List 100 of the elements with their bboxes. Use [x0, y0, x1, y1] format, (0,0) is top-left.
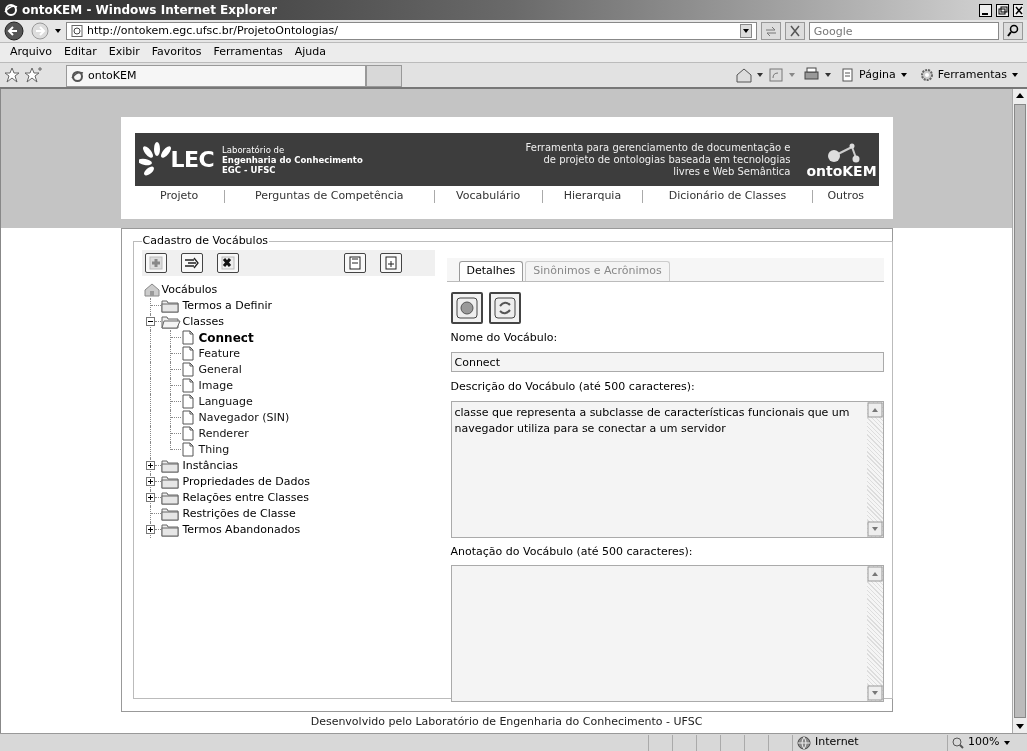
- collapse-toggle-icon[interactable]: [145, 317, 155, 327]
- add-favorite-star-icon[interactable]: [24, 67, 42, 83]
- document-icon: [180, 330, 195, 346]
- print-icon[interactable]: [803, 67, 834, 83]
- tree-item[interactable]: General: [198, 361, 242, 379]
- globe-icon: [797, 735, 811, 750]
- tree-item[interactable]: Vocábulos: [161, 281, 218, 299]
- stop-icon[interactable]: [784, 22, 805, 40]
- tree-item[interactable]: Instâncias: [182, 457, 239, 475]
- zoom-button[interactable]: 100%: [947, 734, 1027, 751]
- document-icon: [180, 394, 195, 410]
- window-title: ontoKEM - Windows Internet Explorer: [22, 2, 277, 19]
- folder-icon: [160, 490, 181, 506]
- document-icon: [180, 378, 195, 394]
- expand-toggle-icon[interactable]: [145, 493, 155, 503]
- field-label: Descrição do Vocábulo (até 500 caracteres):: [450, 379, 696, 396]
- delete-button[interactable]: [216, 252, 239, 273]
- description-field[interactable]: classe que representa a subclasse de características funcionais que um navegador utiliza para se conectar a um servidor: [450, 400, 884, 538]
- move-button[interactable]: [180, 252, 203, 273]
- field-label: Nome do Vocábulo:: [450, 329, 559, 346]
- caret-icon: [1003, 738, 1012, 747]
- page-icon: [71, 25, 83, 37]
- name-field[interactable]: Connect: [450, 352, 884, 373]
- document-icon: [180, 426, 195, 442]
- browser-logo-icon: [4, 3, 18, 17]
- page-icon: [841, 68, 856, 82]
- tagline-text: Ferramenta para gerenciamento de documentação e: [525, 141, 791, 154]
- menu-item[interactable]: Editar: [64, 44, 97, 61]
- address-field[interactable]: http://ontokem.egc.ufsc.br/ProjetoOntologias/: [66, 22, 757, 40]
- back-icon[interactable]: [4, 21, 26, 41]
- caret-icon[interactable]: [54, 27, 62, 35]
- tree-item[interactable]: Relações entre Classes: [182, 489, 310, 507]
- logo-text: LEC: [170, 146, 215, 174]
- home-icon[interactable]: [735, 67, 766, 83]
- page-scrollbar[interactable]: [1012, 89, 1027, 733]
- tagline-text: de projeto de ontologias baseada em tecnologias: [543, 153, 791, 166]
- menu-item[interactable]: Favoritos: [151, 44, 202, 61]
- refresh-button[interactable]: [488, 291, 521, 324]
- zone-text: Internet: [815, 734, 859, 751]
- document-icon: [180, 410, 195, 426]
- close-icon[interactable]: [1013, 3, 1023, 17]
- tree-item[interactable]: Termos a Definir: [182, 297, 273, 315]
- folder-icon: [160, 522, 181, 538]
- tree-item[interactable]: Thing: [198, 441, 230, 459]
- tree-item[interactable]: Propriedades de Dados: [182, 473, 310, 491]
- toolbar-button[interactable]: Ferramentas: [915, 66, 1023, 84]
- search-field[interactable]: Google: [808, 22, 999, 40]
- product-name: ontoKEM: [806, 162, 877, 179]
- restore-icon[interactable]: [996, 3, 1009, 17]
- tree-item[interactable]: Termos Abandonados: [182, 521, 301, 539]
- nav-link[interactable]: Hierarquia: [542, 187, 643, 205]
- tagline-text: livres e Web Semântica: [673, 165, 791, 178]
- document-icon: [180, 346, 195, 362]
- tree-item[interactable]: Classes: [182, 313, 224, 331]
- favorites-star-icon[interactable]: [4, 67, 20, 83]
- toolbar-button[interactable]: Página: [837, 66, 912, 84]
- nav-link[interactable]: Vocabulário: [434, 187, 542, 205]
- dropdown-icon[interactable]: [739, 24, 752, 38]
- expand-toggle-icon[interactable]: [145, 477, 155, 487]
- lab-name: Laboratório de: [222, 144, 286, 155]
- tree-item[interactable]: Navegador (SIN): [198, 409, 290, 427]
- zoom-icon: [952, 736, 964, 749]
- collapse-all-button[interactable]: [343, 252, 366, 273]
- nav-link[interactable]: Projeto: [134, 187, 224, 205]
- menu-item[interactable]: Ferramentas: [213, 44, 283, 61]
- expand-toggle-icon[interactable]: [145, 525, 155, 535]
- annotation-field[interactable]: [450, 565, 884, 703]
- caret-icon: [899, 71, 908, 79]
- tree-item[interactable]: Feature: [198, 345, 241, 363]
- add-button[interactable]: [144, 252, 167, 273]
- open-folder-icon: [160, 314, 181, 330]
- document-icon: [180, 442, 195, 458]
- nav-link[interactable]: Dicionário de Classes: [643, 187, 812, 205]
- menu-item[interactable]: Arquivo: [10, 44, 53, 61]
- tree-item[interactable]: Image: [198, 377, 233, 395]
- menu-item[interactable]: Ajuda: [294, 44, 327, 61]
- folder-icon: [160, 298, 181, 314]
- save-button[interactable]: [450, 291, 483, 324]
- gear-icon: [919, 68, 934, 82]
- tree-item[interactable]: Renderer: [198, 425, 249, 443]
- footer-text: Desenvolvido pelo Laboratório de Engenharia do Conhecimento - UFSC: [310, 714, 703, 731]
- menu-item[interactable]: Exibir: [108, 44, 140, 61]
- caret-icon: [1011, 71, 1019, 79]
- field-label: Anotação do Vocábulo (até 500 caracteres):: [450, 543, 694, 560]
- minimize-icon[interactable]: [979, 3, 992, 17]
- lab-name: Engenharia do Conhecimento: [222, 154, 363, 165]
- tab[interactable]: Detalhes: [458, 260, 524, 281]
- lab-name: EGC - UFSC: [222, 164, 277, 175]
- tree-item[interactable]: Connect: [198, 328, 254, 347]
- panel-legend: Cadastro de Vocábulos: [141, 233, 270, 250]
- tree-item[interactable]: Restrições de Classe: [182, 505, 296, 523]
- folder-icon: [160, 458, 181, 474]
- expand-all-button[interactable]: [379, 252, 402, 273]
- nav-link[interactable]: Perguntas de Competência: [224, 187, 434, 205]
- nav-link[interactable]: Outros: [812, 187, 879, 205]
- document-icon: [180, 362, 195, 378]
- browser-tab[interactable]: ontoKEM: [66, 65, 366, 87]
- tree-item[interactable]: Language: [198, 393, 253, 411]
- search-icon[interactable]: [1003, 22, 1023, 40]
- expand-toggle-icon[interactable]: [145, 461, 155, 471]
